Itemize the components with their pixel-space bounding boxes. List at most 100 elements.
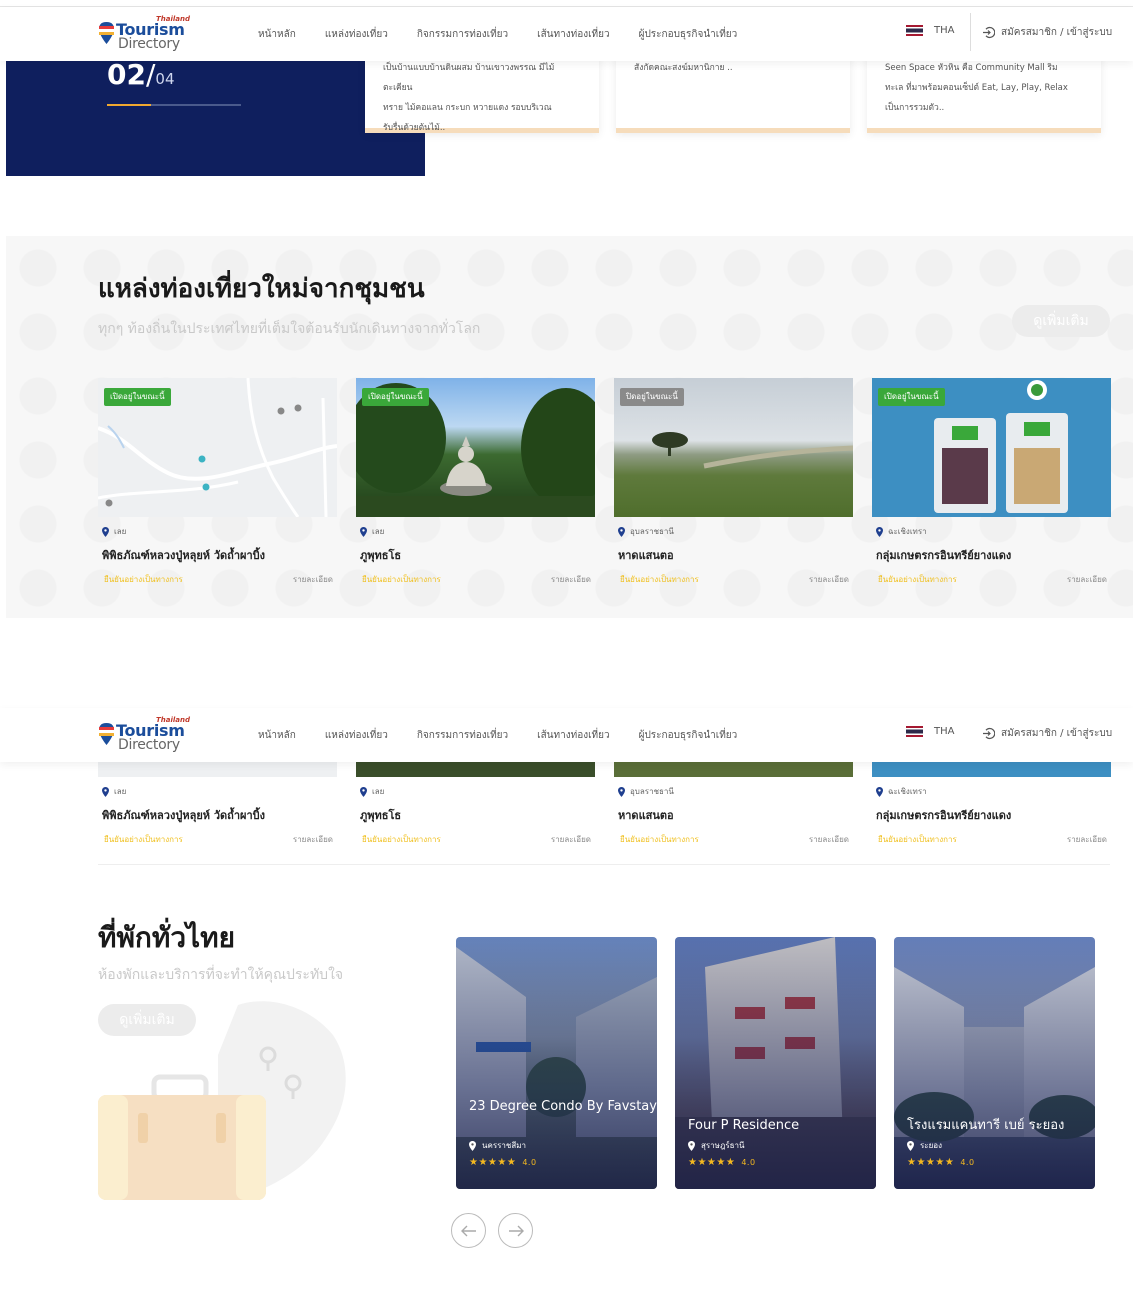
pin-flag-icon [99, 723, 114, 745]
site-logo[interactable]: Thailand Tourism Directory [98, 15, 194, 53]
community-title: แหล่งท่องเที่ยวใหม่จากชุมชน [98, 274, 425, 304]
thai-flag-icon [906, 726, 923, 737]
slide-counter: 02/04 [107, 58, 175, 91]
location-pin-icon [907, 1140, 914, 1151]
details-link[interactable]: รายละเอียด [293, 833, 333, 846]
details-link[interactable]: รายละเอียด [809, 573, 849, 586]
card-location: ฉะเชิงเทรา [876, 525, 927, 538]
site-header-sticky: Thailand Tourism Directory หน้าหลัก แหล่… [0, 708, 1133, 762]
hotel-name: โรงแรมแคนทารี เบย์ ระยอง [907, 1118, 1065, 1133]
location-pin-icon [360, 786, 367, 797]
nav-operators[interactable]: ผู้ประกอบธุรกิจนำเที่ยว [639, 728, 738, 743]
card-location: เลย [360, 525, 384, 538]
card-title[interactable]: หาดแสนตอ [618, 546, 674, 564]
pin-flag-icon [99, 22, 114, 44]
site-logo[interactable]: Thailand Tourism Directory [98, 716, 194, 754]
nav-activities[interactable]: กิจกรรมการท่องเที่ยว [417, 728, 508, 743]
card-title[interactable]: ภูพุทธโธ [360, 546, 401, 564]
nav-home[interactable]: หน้าหลัก [258, 27, 296, 42]
community-subtitle: ทุกๆ ท้องถิ่นในประเทศไทยที่เต็มใจต้อนรับ… [98, 321, 481, 337]
verified-label: ยืนยันอย่างเป็นทางการ [362, 835, 441, 844]
card-title[interactable]: พิพิธภัณฑ์หลวงปู่หลุยห์ วัดถ้ำผาบิ้ง [102, 546, 265, 564]
language-switcher[interactable]: THA [906, 726, 954, 737]
details-link[interactable]: รายละเอียด [1067, 833, 1107, 846]
slide-card[interactable]: เป็นบ้านแบบบ้านดินผสม บ้านเขาวงพรรณ มีไม… [365, 54, 599, 133]
slide-card[interactable]: สังกัดคณะสงฆ์มหานิกาย .. [616, 54, 850, 133]
hotel-location: นครราชสีมา [469, 1139, 526, 1152]
next-button[interactable] [498, 1213, 533, 1248]
verified-label: ยืนยันอย่างเป็นทางการ [362, 575, 441, 584]
nav-routes[interactable]: เส้นทางท่องเที่ยว [537, 728, 609, 743]
nav-activities[interactable]: กิจกรรมการท่องเที่ยว [417, 27, 508, 42]
location-pin-icon [688, 1140, 695, 1151]
hotel-card[interactable]: 23 Degree Condo By Favstay นครราชสีมา ★★… [456, 937, 657, 1189]
hotel-location: สุราษฎร์ธานี [688, 1139, 744, 1152]
location-pin-icon [618, 526, 625, 537]
card-location: เลย [102, 525, 126, 538]
card-location: อุบลราชธานี [618, 525, 674, 538]
open-status-badge: เปิดอยู่ในขณะนี้ [362, 388, 429, 406]
nav-routes[interactable]: เส้นทางท่องเที่ยว [537, 27, 609, 42]
details-link[interactable]: รายละเอียด [551, 573, 591, 586]
nav-operators[interactable]: ผู้ประกอบธุรกิจนำเที่ยว [639, 27, 738, 42]
verified-label: ยืนยันอย่างเป็นทางการ [878, 575, 957, 584]
slide-card[interactable]: Seen Space หัวหิน คือ Community Mall ริม… [867, 54, 1101, 133]
card-title[interactable]: หาดแสนตอ [618, 806, 674, 824]
details-link[interactable]: รายละเอียด [293, 573, 333, 586]
login-icon [983, 727, 995, 740]
open-status-badge: เปิดอยู่ในขณะนี้ [104, 388, 171, 406]
card-title[interactable]: กลุ่มเกษตรกรอินทรีย์ยางแดง [876, 806, 1011, 824]
card-title[interactable]: พิพิธภัณฑ์หลวงปู่หลุยห์ วัดถ้ำผาบิ้ง [102, 806, 265, 824]
location-pin-icon [618, 786, 625, 797]
site-header: Thailand Tourism Directory หน้าหลัก แหล่… [0, 7, 1133, 61]
community-card[interactable]: เปิดอยู่ในขณะนี้ ฉะเชิงเทรา กลุ่มเกษตรกร… [872, 378, 1111, 584]
location-pin-icon [102, 786, 109, 797]
main-nav: หน้าหลัก แหล่งท่องเที่ยว กิจกรรมการท่องเ… [258, 27, 766, 42]
card-image-strip [6, 761, 1133, 777]
verified-label: ยืนยันอย่างเป็นทางการ [878, 835, 957, 844]
hotel-name: 23 Degree Condo By Favstay [469, 1099, 657, 1114]
location-pin-icon [360, 526, 367, 537]
hotel-rating: ★★★★★ 4.0 [688, 1157, 756, 1168]
open-status-badge: เปิดอยู่ในขณะนี้ [878, 388, 945, 406]
nav-attractions[interactable]: แหล่งท่องเที่ยว [325, 728, 388, 743]
card-location: ฉะเชิงเทรา [876, 785, 927, 798]
section-divider [98, 864, 1110, 865]
photo-thumbnail: เปิดอยู่ในขณะนี้ [356, 378, 595, 517]
prev-button[interactable] [451, 1213, 486, 1248]
details-link[interactable]: รายละเอียด [809, 833, 849, 846]
login-link[interactable]: สมัครสมาชิก / เข้าสู่ระบบ [982, 25, 1112, 40]
nav-home[interactable]: หน้าหลัก [258, 728, 296, 743]
details-link[interactable]: รายละเอียด [1067, 573, 1107, 586]
location-pin-icon [469, 1140, 476, 1151]
language-switcher[interactable]: THA [906, 25, 954, 36]
card-title[interactable]: ภูพุทธโธ [360, 806, 401, 824]
community-card[interactable]: เปิดอยู่ในขณะนี้ เลย ภูพุทธโธ ยืนยันอย่า… [356, 378, 595, 584]
community-card[interactable]: เปิดอยู่ในขณะนี้ เลย พิพิธภัณฑ์หลวงปู่หล… [98, 378, 337, 584]
nav-attractions[interactable]: แหล่งท่องเที่ยว [325, 27, 388, 42]
community-more-button[interactable]: ดูเพิ่มเติม [1012, 305, 1110, 337]
verified-label: ยืนยันอย่างเป็นทางการ [620, 575, 699, 584]
verified-label: ยืนยันอย่างเป็นทางการ [620, 835, 699, 844]
card-title[interactable]: กลุ่มเกษตรกรอินทรีย์ยางแดง [876, 546, 1011, 564]
slider-panel: 02/04 [6, 54, 425, 176]
login-icon [983, 26, 995, 39]
hotel-card[interactable]: Four P Residence สุราษฎร์ธานี ★★★★★ 4.0 [675, 937, 876, 1189]
photo-thumbnail: ปิดอยู่ในขณะนี้ [614, 378, 853, 517]
details-link[interactable]: รายละเอียด [551, 833, 591, 846]
hotel-rating: ★★★★★ 4.0 [907, 1157, 975, 1168]
hotel-name: Four P Residence [688, 1118, 800, 1133]
login-link[interactable]: สมัครสมาชิก / เข้าสู่ระบบ [982, 726, 1112, 741]
divider [970, 13, 971, 51]
hotel-card[interactable]: โรงแรมแคนทารี เบย์ ระยอง ระยอง ★★★★★ 4.0 [894, 937, 1095, 1189]
card-location: เลย [360, 785, 384, 798]
hotel-rating: ★★★★★ 4.0 [469, 1157, 537, 1168]
location-pin-icon [876, 786, 883, 797]
slide-progress [107, 104, 241, 106]
location-pin-icon [102, 526, 109, 537]
verified-label: ยืนยันอย่างเป็นทางการ [104, 575, 183, 584]
card-location: เลย [102, 785, 126, 798]
stay-title: ที่พักทั่วไทย [98, 921, 235, 954]
community-card[interactable]: ปิดอยู่ในขณะนี้ อุบลราชธานี หาดแสนตอ ยืน… [614, 378, 853, 584]
main-nav: หน้าหลัก แหล่งท่องเที่ยว กิจกรรมการท่องเ… [258, 728, 766, 743]
